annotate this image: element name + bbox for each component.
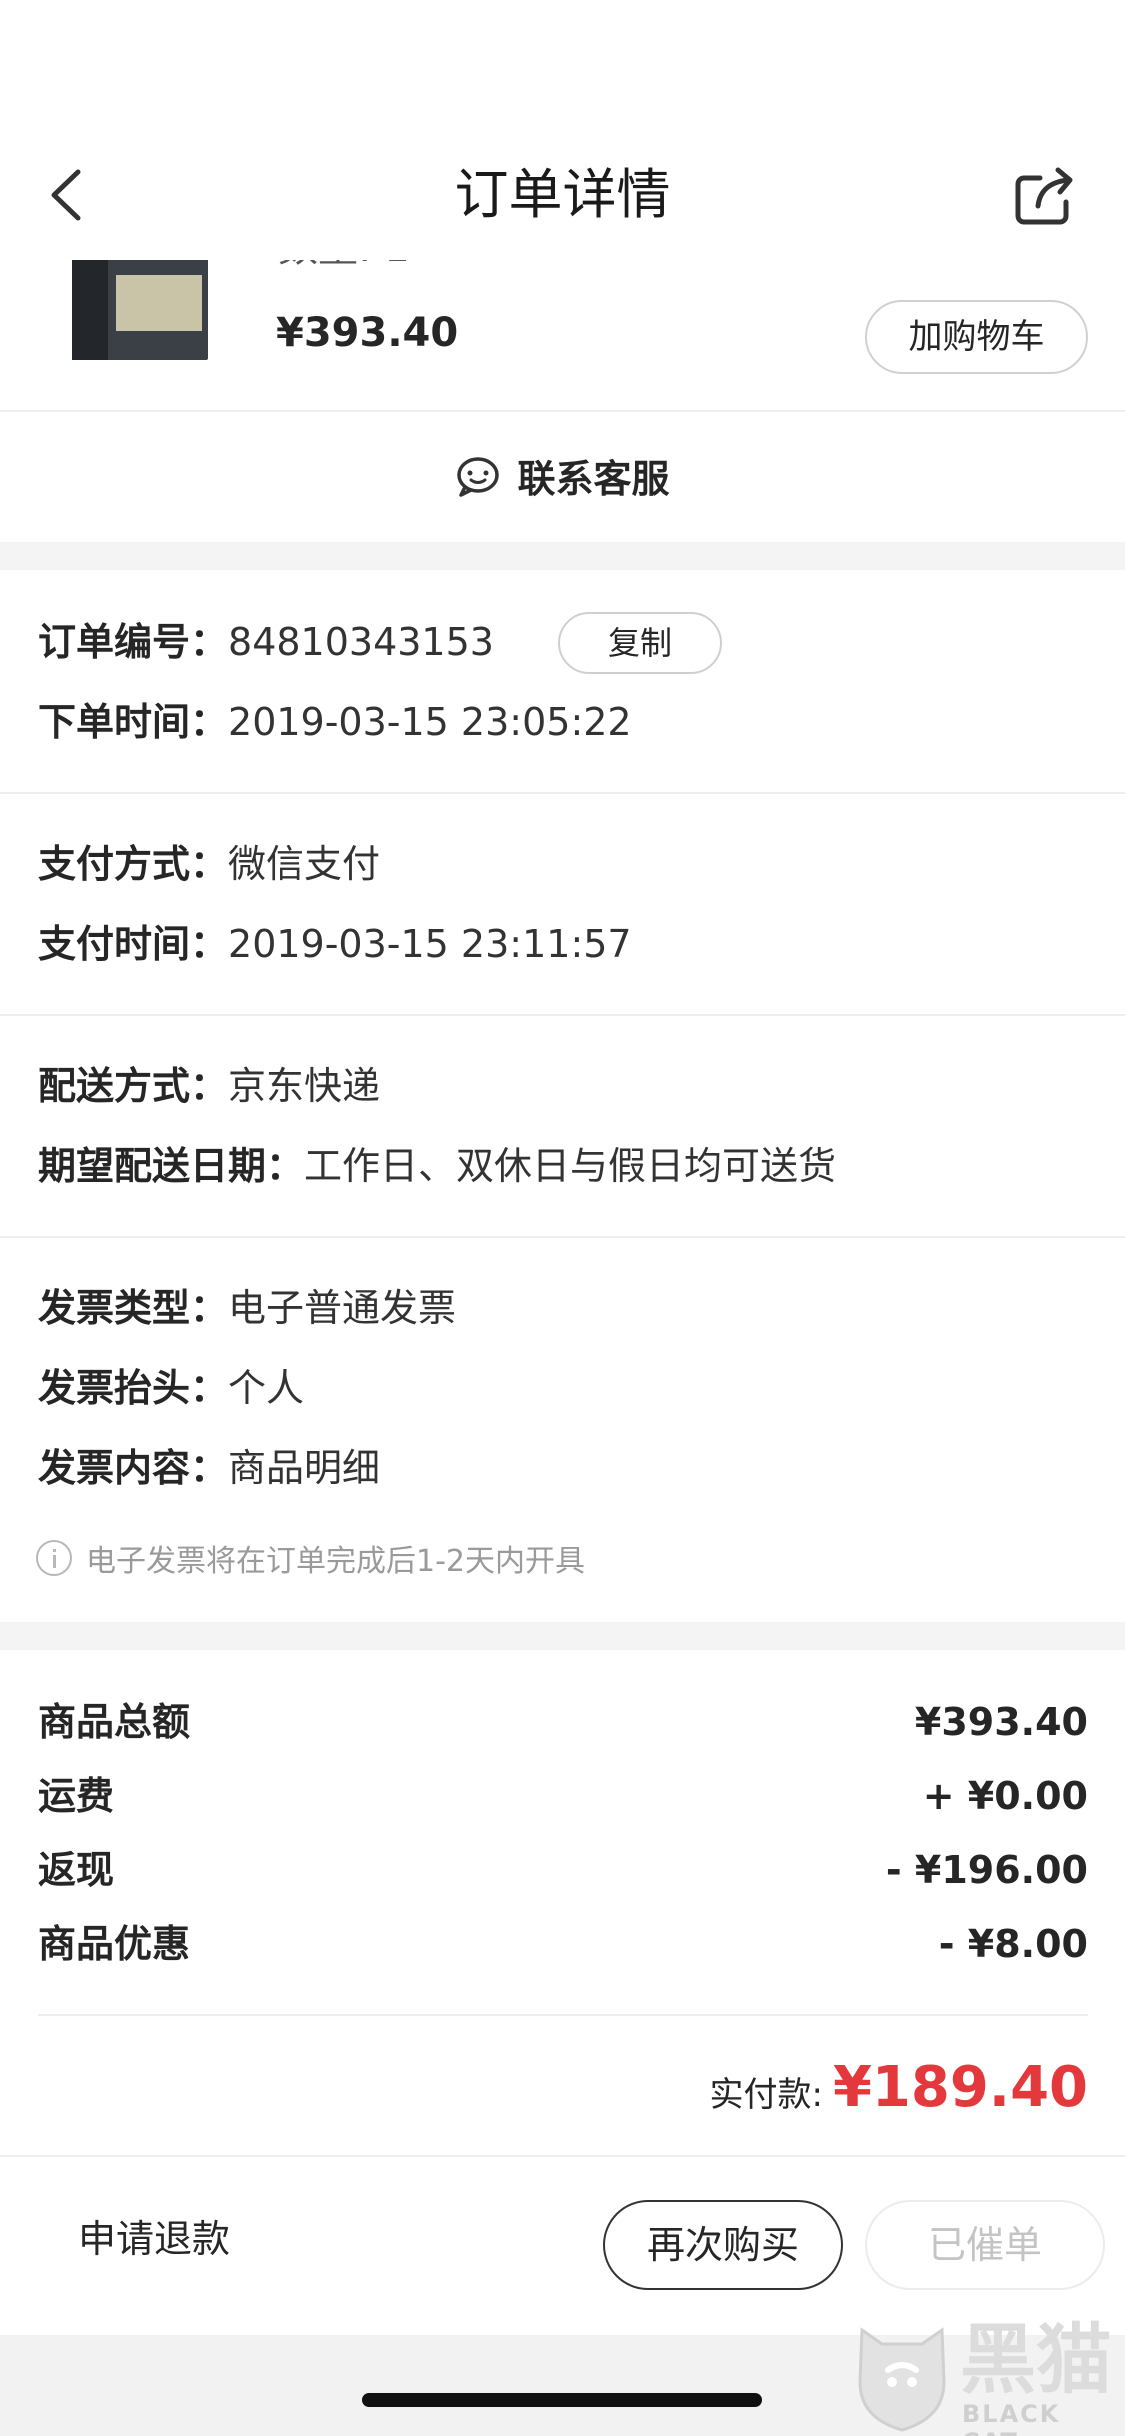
order-number: 84810343153 <box>228 620 494 664</box>
delivery-date-label: 期望配送日期： <box>38 1144 305 1188</box>
order-number-row: 订单编号：84810343153 <box>38 612 494 672</box>
book-cover <box>116 275 202 331</box>
product-price: ¥393.40 <box>276 310 459 356</box>
delivery-method-label: 配送方式： <box>38 1064 229 1108</box>
page-title: 订单详情 <box>454 163 671 226</box>
delivery-date-row: 期望配送日期：工作日、双休日与假日均可送货 <box>38 1136 836 1196</box>
buy-again-button[interactable]: 再次购买 <box>603 2200 843 2290</box>
divider <box>0 1014 1125 1016</box>
watermark-en: BLACK CAT <box>962 2400 1061 2436</box>
payment-time-label: 支付时间： <box>38 922 229 966</box>
amount-value: + ¥0.00 <box>922 1774 1088 1818</box>
add-to-cart-button[interactable]: 加购物车 <box>865 300 1088 374</box>
amount-row-discount: 商品优惠 - ¥8.00 <box>38 1914 1088 1974</box>
amount-label: 运费 <box>38 1774 115 1818</box>
black-cat-watermark: 黑猫 BLACK CAT <box>852 2318 1122 2436</box>
amount-row-cashback: 返现 - ¥196.00 <box>38 1840 1088 1900</box>
home-indicator[interactable] <box>362 2393 762 2407</box>
contact-service-button[interactable]: 联系客服 <box>0 412 1125 542</box>
invoice-title-row: 发票抬头：个人 <box>38 1358 304 1418</box>
amount-label: 返现 <box>38 1848 115 1892</box>
invoice-type-row: 发票类型：电子普通发票 <box>38 1278 456 1338</box>
contact-service-label: 联系客服 <box>517 457 670 501</box>
paid-label: 实付款: <box>709 2075 823 2115</box>
invoice-type: 电子普通发票 <box>228 1286 457 1330</box>
info-icon <box>36 1540 72 1576</box>
amount-label: 商品总额 <box>38 1700 191 1744</box>
invoice-content-label: 发票内容： <box>38 1446 229 1490</box>
delivery-method: 京东快递 <box>228 1064 381 1108</box>
order-number-label: 订单编号： <box>38 620 229 664</box>
customer-service-icon <box>457 456 500 497</box>
delivery-date: 工作日、双休日与假日均可送货 <box>304 1144 837 1188</box>
order-time-row: 下单时间：2019-03-15 23:05:22 <box>38 692 632 752</box>
share-icon <box>1015 167 1073 225</box>
invoice-content-row: 发票内容：商品明细 <box>38 1438 380 1498</box>
payment-method: 微信支付 <box>228 842 381 886</box>
watermark-cn: 黑猫 <box>960 2315 1112 2404</box>
copy-button[interactable]: 复制 <box>558 612 722 674</box>
delivery-method-row: 配送方式：京东快递 <box>38 1056 380 1116</box>
invoice-title: 个人 <box>228 1366 305 1410</box>
payment-time-row: 支付时间：2019-03-15 23:11:57 <box>38 914 632 974</box>
bottom-action-bar: 申请退款 再次购买 已催单 <box>0 2155 1125 2335</box>
book-spine <box>72 245 108 360</box>
section-gap <box>0 542 1125 570</box>
invoice-type-label: 发票类型： <box>38 1286 229 1330</box>
divider <box>0 792 1125 794</box>
divider <box>0 1236 1125 1238</box>
payment-method-row: 支付方式：微信支付 <box>38 834 380 894</box>
apply-refund-link[interactable]: 申请退款 <box>78 2209 230 2269</box>
amount-row-subtotal: 商品总额 ¥393.40 <box>38 1692 1088 1752</box>
invoice-tip: 电子发票将在订单完成后1-2天内开具 <box>36 1536 585 1580</box>
product-image[interactable] <box>72 245 208 360</box>
product-item[interactable]: 数量: 1 ¥393.40 加购物车 <box>0 245 1125 410</box>
invoice-title-label: 发票抬头： <box>38 1366 229 1410</box>
order-time: 2019-03-15 23:05:22 <box>228 700 632 744</box>
share-button[interactable] <box>1010 160 1080 230</box>
paid-total: 实付款: ¥189.40 <box>709 2055 1088 2120</box>
divider <box>38 2014 1088 2016</box>
payment-method-label: 支付方式： <box>38 842 229 886</box>
section-gap <box>0 1622 1125 1650</box>
amount-value: - ¥196.00 <box>885 1848 1088 1892</box>
amount-row-shipping: 运费 + ¥0.00 <box>38 1766 1088 1826</box>
order-time-label: 下单时间： <box>38 700 229 744</box>
amount-label: 商品优惠 <box>38 1922 191 1966</box>
urged-button[interactable]: 已催单 <box>865 2200 1105 2290</box>
payment-time: 2019-03-15 23:11:57 <box>228 922 632 966</box>
amount-value: - ¥8.00 <box>938 1922 1088 1966</box>
amount-value: ¥393.40 <box>914 1700 1088 1744</box>
invoice-content: 商品明细 <box>228 1446 381 1490</box>
paid-amount: ¥189.40 <box>832 2055 1088 2120</box>
navigation-bar: 订单详情 <box>0 0 1125 260</box>
black-cat-logo-icon <box>858 2327 946 2432</box>
invoice-tip-text: 电子发票将在订单完成后1-2天内开具 <box>86 1544 585 1579</box>
